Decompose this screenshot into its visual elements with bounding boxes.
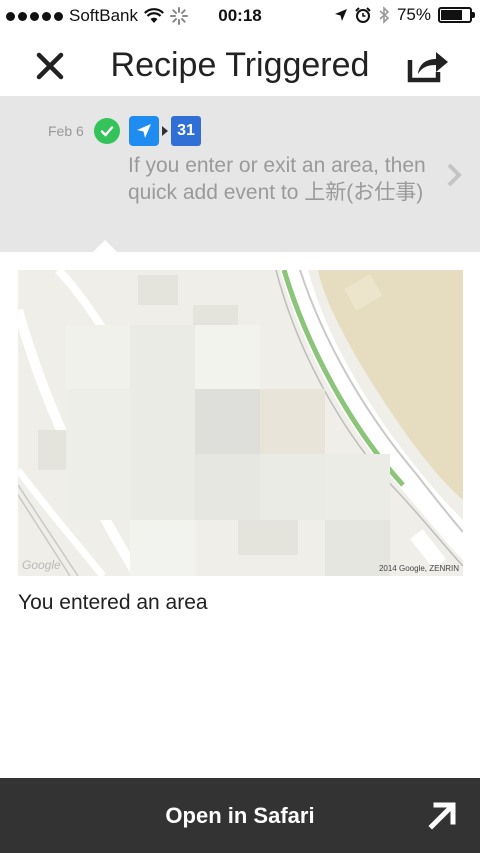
map-attribution: 2014 Google, ZENRIN bbox=[378, 564, 459, 573]
location-services-icon bbox=[334, 9, 347, 21]
pixelated-area bbox=[195, 389, 260, 454]
status-right: 75% bbox=[334, 5, 475, 25]
pixelated-area bbox=[260, 389, 325, 454]
recipe-description: If you enter or exit an area, then quick… bbox=[128, 154, 426, 204]
pixelated-area bbox=[130, 454, 195, 520]
pixelated-area bbox=[130, 520, 195, 576]
pixelated-area bbox=[195, 454, 260, 520]
location-map[interactable]: Google 2014 Google, ZENRIN bbox=[18, 270, 463, 576]
chevron-right-icon bbox=[446, 162, 462, 193]
event-caption: You entered an area bbox=[18, 591, 208, 614]
callout-pointer bbox=[93, 240, 117, 252]
pixelated-area bbox=[195, 325, 260, 389]
bluetooth-icon bbox=[379, 6, 390, 24]
nav-bar: Recipe Triggered bbox=[0, 32, 480, 96]
google-logo: Google bbox=[22, 558, 61, 572]
pixelated-area bbox=[260, 454, 325, 520]
open-in-safari-button[interactable]: Open in Safari bbox=[0, 778, 480, 853]
arrow-up-right-icon bbox=[426, 800, 458, 837]
battery-percent: 75% bbox=[396, 5, 431, 24]
share-button[interactable] bbox=[406, 46, 450, 86]
location-arrow-icon bbox=[129, 116, 159, 146]
pixelated-area bbox=[325, 454, 390, 520]
battery-icon bbox=[438, 7, 475, 23]
calendar-icon: 31 bbox=[171, 116, 201, 146]
check-circle-icon bbox=[94, 118, 120, 144]
recipe-log-entry[interactable]: Feb 6 31 If you enter or exit an area, t… bbox=[0, 96, 480, 252]
recipe-icons: 31 bbox=[94, 116, 201, 146]
battery-level-fill bbox=[441, 10, 462, 20]
share-icon bbox=[407, 52, 448, 83]
triangle-right-icon bbox=[162, 126, 168, 136]
status-bar: SoftBank 00:18 75% bbox=[0, 0, 480, 32]
pixelated-area bbox=[130, 389, 195, 454]
entry-date: Feb 6 bbox=[48, 123, 84, 139]
pixelated-area bbox=[130, 325, 195, 389]
pixelated-area bbox=[66, 454, 130, 520]
open-in-safari-label: Open in Safari bbox=[165, 803, 315, 828]
pixelated-area bbox=[66, 325, 130, 389]
pixelated-area bbox=[66, 389, 130, 454]
alarm-clock-icon bbox=[355, 7, 371, 23]
